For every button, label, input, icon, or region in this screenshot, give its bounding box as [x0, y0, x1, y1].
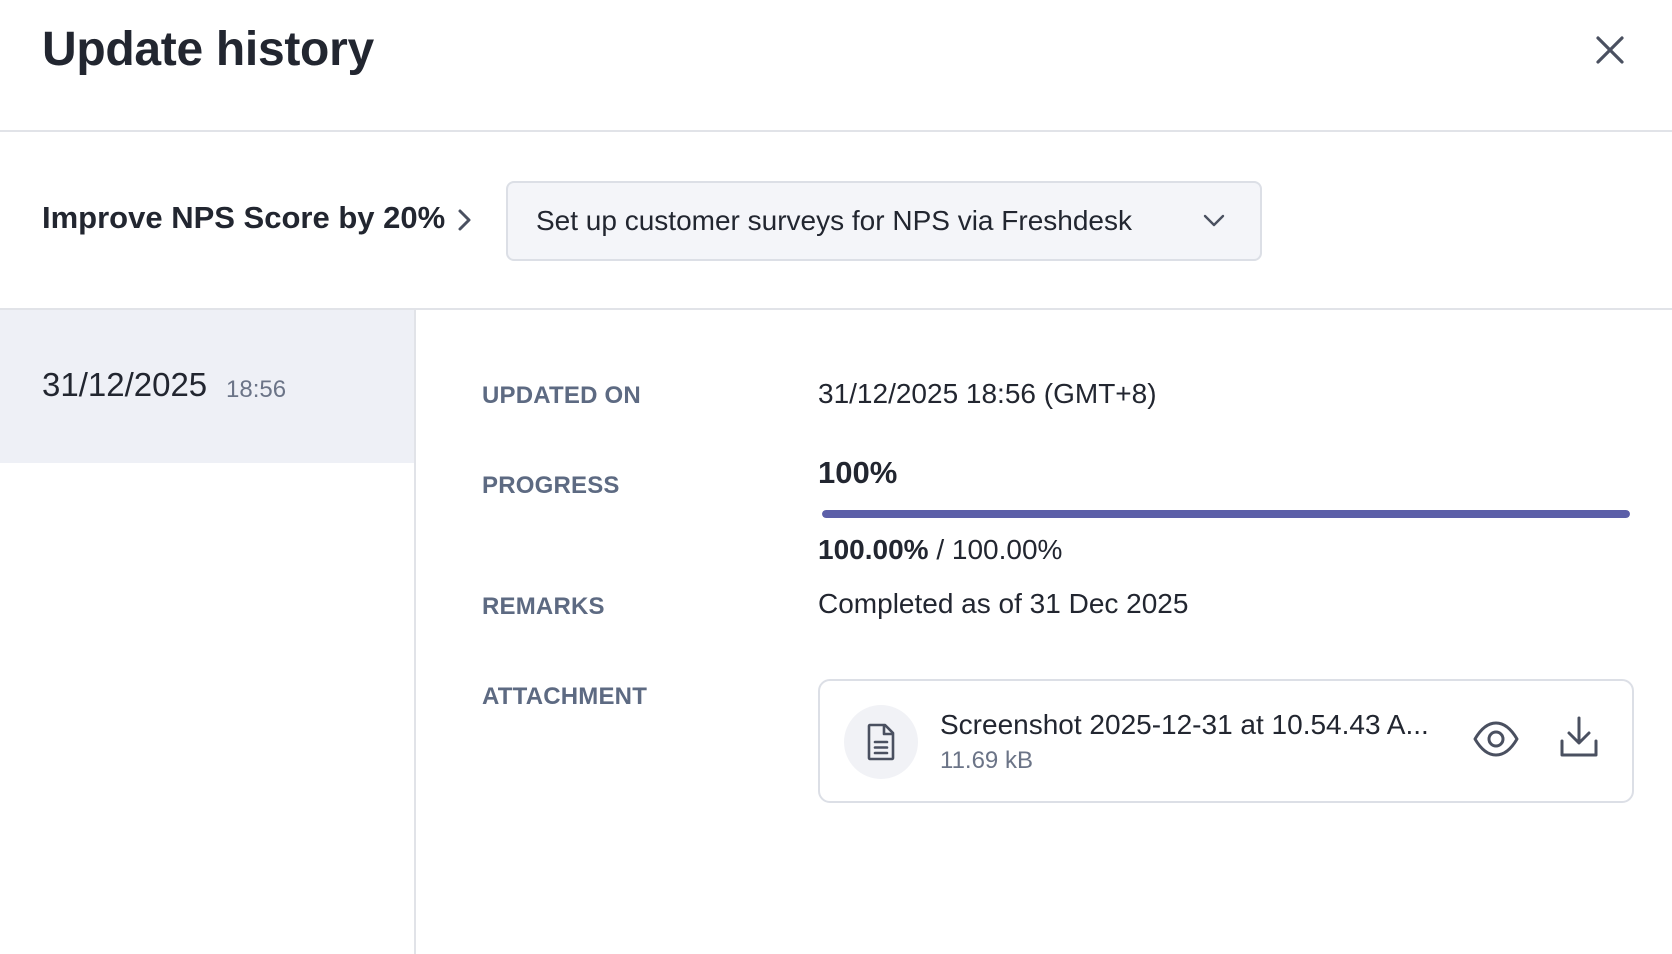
attachment-file-name[interactable]: Screenshot 2025-12-31 at 10.54.43 A... [940, 709, 1429, 741]
task-select-value: Set up customer surveys for NPS via Fres… [536, 205, 1132, 236]
progress-current: 100.00% [818, 534, 929, 565]
remarks-label: REMARKS [482, 593, 605, 620]
attachment-label: ATTACHMENT [482, 683, 648, 710]
goal-name: Improve NPS Score by 20% [42, 200, 446, 235]
history-entry[interactable]: 31/12/2025 18:56 [0, 310, 414, 463]
task-select[interactable]: Set up customer surveys for NPS via Fres… [506, 181, 1262, 261]
dialog-header: Update history [0, 0, 1672, 132]
updated-on-label: UPDATED ON [482, 382, 641, 409]
download-attachment-button[interactable] [1558, 715, 1600, 759]
eye-icon [1473, 721, 1519, 757]
document-icon [867, 723, 895, 761]
dialog-title: Update history [42, 23, 374, 76]
updated-on-value: 31/12/2025 18:56 (GMT+8) [818, 378, 1157, 409]
chevron-right-icon [458, 209, 471, 231]
progress-separator: / [928, 534, 952, 565]
context-bar: Improve NPS Score by 20% Set up customer… [0, 132, 1672, 310]
download-icon [1560, 716, 1598, 757]
progress-percent: 100% [818, 455, 898, 490]
progress-bar-fill [822, 510, 1630, 518]
entry-time: 18:56 [226, 376, 287, 403]
progress-ratio: 100.00% / 100.00% [818, 534, 1062, 566]
progress-label: PROGRESS [482, 472, 620, 499]
close-button[interactable] [1590, 30, 1630, 70]
progress-bar [822, 510, 1630, 518]
update-details: UPDATED ON 31/12/2025 18:56 (GMT+8) PROG… [418, 310, 1672, 954]
history-list: 31/12/2025 18:56 [0, 310, 416, 954]
attachment-card: Screenshot 2025-12-31 at 10.54.43 A... 1… [818, 679, 1634, 803]
preview-attachment-button[interactable] [1472, 719, 1520, 759]
chevron-down-icon [1203, 214, 1225, 227]
close-icon [1596, 36, 1624, 64]
file-icon-container [844, 705, 918, 779]
progress-target: 100.00% [951, 534, 1063, 565]
remarks-value: Completed as of 31 Dec 2025 [818, 588, 1189, 619]
entry-date: 31/12/2025 [42, 366, 208, 403]
attachment-file-size: 11.69 kB [940, 747, 1033, 774]
